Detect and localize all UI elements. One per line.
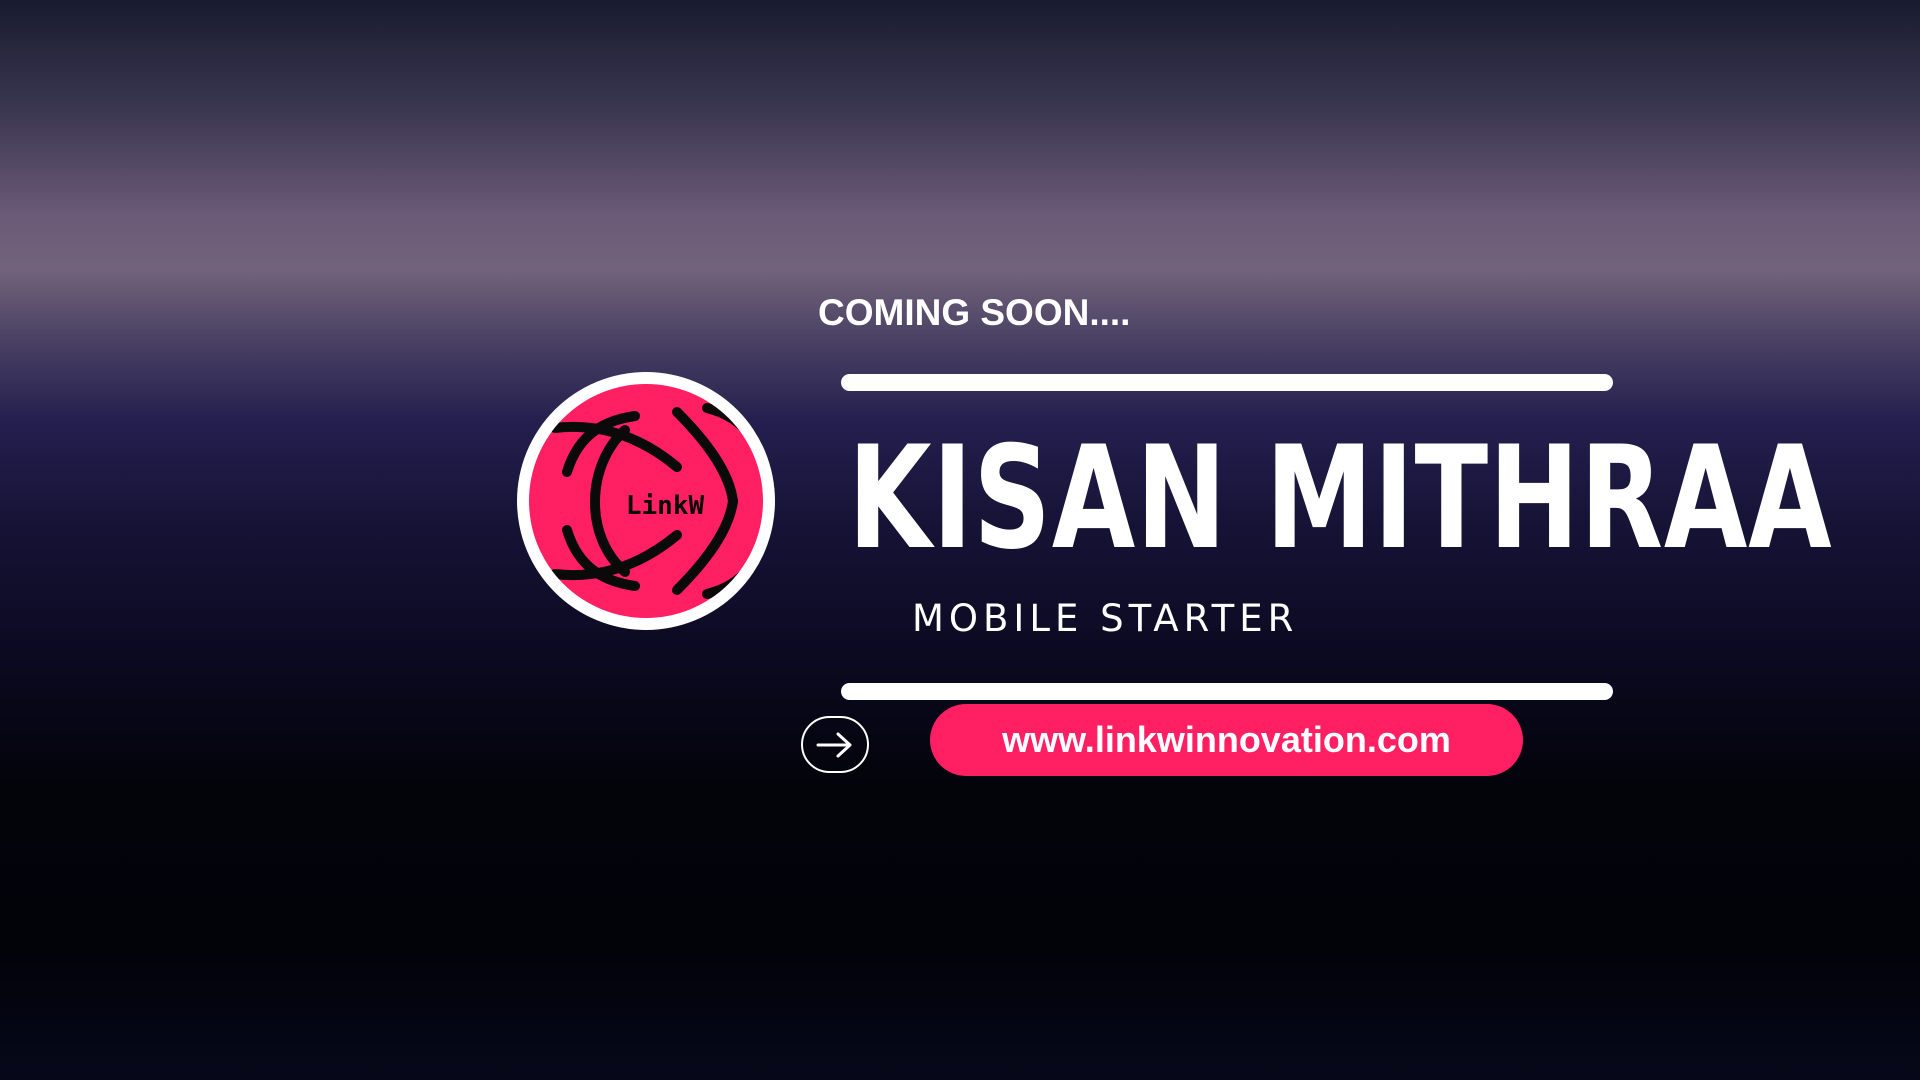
arrow-right-icon (816, 732, 852, 757)
bottom-divider (841, 683, 1613, 700)
product-title: KISAN MITHRAA (848, 416, 1833, 581)
product-subtitle: MOBILE STARTER (912, 597, 1299, 640)
top-divider (841, 374, 1613, 391)
linkw-logo: LinkW (517, 372, 775, 630)
coming-soon-text: COMING SOON.... (818, 292, 1131, 333)
website-link[interactable]: www.linkwinnovation.com (930, 704, 1523, 776)
logo-text: LinkW (626, 491, 705, 521)
arrow-button[interactable] (801, 716, 869, 773)
linkw-logo-icon: LinkW (529, 384, 763, 618)
